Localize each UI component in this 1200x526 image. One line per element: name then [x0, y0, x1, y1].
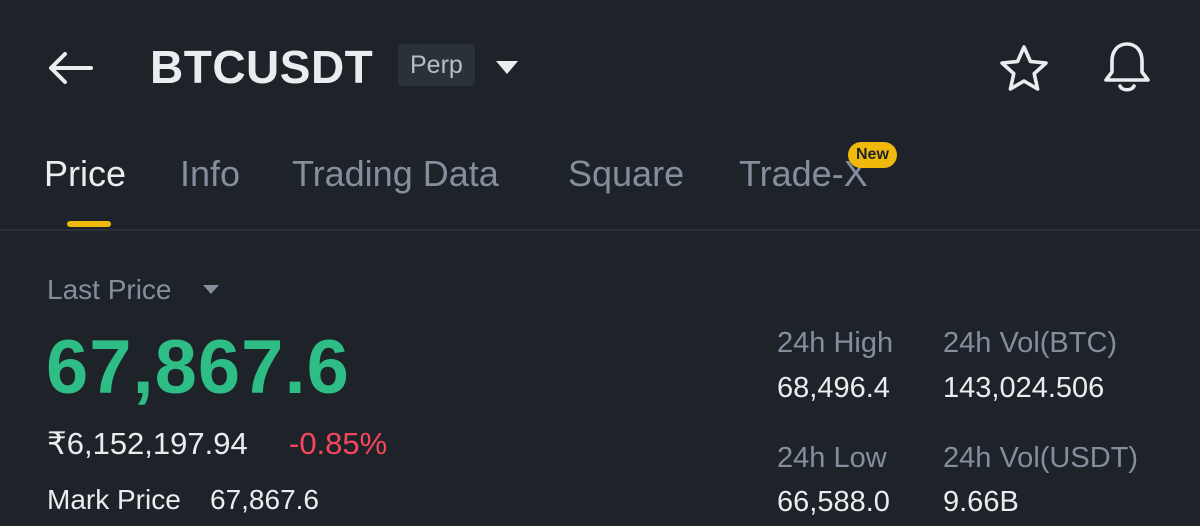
stat-24h-low-label: 24h Low	[777, 442, 887, 474]
stat-24h-vol-usdt-label: 24h Vol(USDT)	[943, 442, 1139, 474]
new-badge: New	[848, 142, 897, 168]
stat-24h-high-label: 24h High	[777, 327, 894, 359]
caret-down-icon[interactable]	[200, 280, 222, 300]
contract-type-badge[interactable]: Perp	[398, 44, 475, 86]
stat-24h-vol-btc-label: 24h Vol(BTC)	[943, 327, 1118, 359]
favorite-button[interactable]	[996, 40, 1052, 96]
back-button[interactable]	[40, 38, 100, 98]
tab-price[interactable]: Price	[44, 152, 126, 196]
star-icon	[1000, 45, 1048, 91]
tab-divider	[0, 229, 1200, 231]
symbol-dropdown-button[interactable]	[492, 52, 522, 82]
tab-square[interactable]: Square	[568, 152, 684, 196]
mark-price-value: 67,867.6	[210, 484, 319, 515]
price-change-percent: -0.85%	[289, 426, 388, 461]
tab-trading-data[interactable]: Trading Data	[292, 152, 499, 196]
active-tab-indicator	[67, 221, 111, 227]
symbol-title[interactable]: BTCUSDT	[150, 40, 373, 94]
stat-24h-vol-usdt-value: 9.66B	[943, 486, 1019, 518]
mark-price-label: Mark Price	[47, 484, 181, 515]
stat-24h-high-value: 68,496.4	[777, 372, 890, 404]
price-alert-button[interactable]	[1098, 38, 1156, 96]
stat-24h-low-value: 66,588.0	[777, 486, 890, 518]
last-price-selector[interactable]: Last Price	[47, 272, 172, 308]
fiat-price: ₹6,152,197.94	[47, 426, 248, 461]
caret-down-icon	[496, 61, 518, 74]
tab-info[interactable]: Info	[180, 152, 240, 196]
arrow-left-icon	[49, 52, 93, 84]
bell-icon	[1104, 42, 1150, 92]
stat-24h-vol-btc-value: 143,024.506	[943, 372, 1105, 404]
last-price-value: 67,867.6	[46, 325, 350, 410]
